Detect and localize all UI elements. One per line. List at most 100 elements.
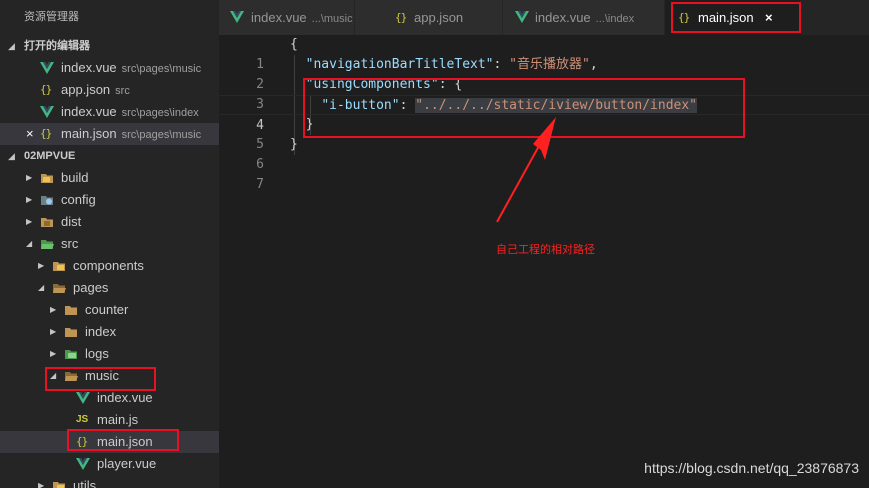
tree-label: player.vue: [97, 456, 157, 471]
open-editor-label: index.vue: [61, 60, 117, 75]
chevron-right-icon: ▶: [38, 481, 45, 488]
folder-logs-icon: [65, 350, 77, 359]
tree-label: index: [85, 324, 117, 339]
chevron-right-icon: ▶: [50, 349, 57, 358]
code-line: 1 {: [219, 35, 869, 72]
chevron-down-icon: ◢: [38, 283, 45, 292]
tree-label: config: [61, 192, 96, 207]
tree-file-main-js[interactable]: JS main.js: [0, 409, 219, 431]
js-icon: JS: [76, 414, 89, 425]
open-editor-path: src\pages\music: [121, 129, 202, 141]
tree-label: main.js: [97, 412, 139, 427]
tree-label: build: [61, 170, 89, 185]
open-editor-item-active[interactable]: × {} main.json src\pages\music: [0, 123, 219, 145]
open-editor-path: src\pages\index: [121, 107, 199, 119]
code-token: {: [290, 37, 298, 52]
code-key: "navigationBarTitleText": [305, 57, 494, 72]
folder-build-icon: [41, 174, 53, 183]
highlight-box-using-components: [303, 78, 745, 138]
tab-index-vue-index[interactable]: index.vue ...\index: [503, 0, 665, 35]
tree-label: dist: [61, 214, 82, 229]
folder-src-open-icon: [41, 240, 54, 249]
json-icon: {}: [40, 83, 52, 96]
tree-folder-build[interactable]: ▶ build: [0, 167, 219, 189]
tab-app-json[interactable]: {} app.json: [355, 0, 503, 35]
tab-path: ...\index: [595, 13, 635, 25]
tab-label: index.vue: [251, 10, 307, 25]
tree-folder-config[interactable]: ▶ config: [0, 189, 219, 211]
tree-label: src: [61, 236, 79, 251]
watermark: https://blog.csdn.net/qq_23876873: [644, 460, 859, 476]
open-editor-label: app.json: [61, 82, 111, 97]
code-token: :: [493, 57, 510, 72]
project-label: 02MPVUE: [24, 150, 76, 162]
tree-folder-logs[interactable]: ▶ logs: [0, 343, 219, 365]
tree-folder-pages[interactable]: ◢ pages: [0, 277, 219, 299]
tree-label: counter: [85, 302, 129, 317]
tree-folder-counter[interactable]: ▶ counter: [0, 299, 219, 321]
folder-dist-icon: [41, 218, 53, 227]
tree-label: pages: [73, 280, 109, 295]
chevron-right-icon: ▶: [26, 217, 33, 226]
folder-config-icon: [41, 196, 53, 205]
chevron-right-icon: ▶: [50, 305, 57, 314]
tree-folder-src[interactable]: ◢ src: [0, 233, 219, 255]
folder-open-icon: [53, 284, 66, 293]
highlight-box-active-tab: [671, 2, 801, 33]
tree-label: utils: [73, 478, 97, 488]
tab-index-vue-music[interactable]: index.vue ...\music: [219, 0, 355, 35]
vue-icon: [515, 11, 529, 23]
tree-file-player-vue[interactable]: player.vue: [0, 453, 219, 475]
project-header[interactable]: ◢ 02MPVUE: [0, 145, 219, 167]
tree-folder-index[interactable]: ▶ index: [0, 321, 219, 343]
chevron-right-icon: ▶: [38, 261, 45, 270]
open-editors-header[interactable]: ◢ 打开的编辑器: [0, 35, 219, 57]
json-icon: {}: [40, 127, 52, 140]
open-editor-item[interactable]: index.vue src\pages\index: [0, 101, 219, 123]
code-token: ,: [589, 57, 598, 72]
tab-label: app.json: [414, 10, 464, 25]
tree-folder-utils[interactable]: ▶ utils: [0, 475, 219, 488]
code-token: }: [290, 137, 298, 152]
open-editor-path: src\pages\music: [121, 63, 202, 75]
open-editors-label: 打开的编辑器: [24, 40, 90, 52]
folder-components-icon: [53, 262, 65, 271]
code-line: 2 "navigationBarTitleText": "音乐播放器",: [219, 55, 869, 92]
folder-utils-icon: [53, 482, 65, 488]
tree-label: logs: [85, 346, 109, 361]
open-editor-path: src: [115, 85, 130, 97]
annotation-text: 自己工程的相对路径: [496, 244, 595, 256]
chevron-down-icon: ◢: [8, 41, 15, 51]
highlight-box-music: [45, 367, 156, 391]
vue-icon: [40, 62, 54, 74]
tree-folder-components[interactable]: ▶ components: [0, 255, 219, 277]
tab-path: ...\music: [311, 13, 353, 25]
explorer-title: 资源管理器: [0, 0, 219, 35]
vue-icon: [76, 458, 90, 470]
chevron-down-icon: ◢: [8, 151, 15, 161]
code-line: 6 }: [219, 135, 869, 172]
chevron-right-icon: ▶: [26, 195, 33, 204]
code-string: "音乐播放器": [509, 57, 590, 72]
tree-label: components: [73, 258, 144, 273]
open-editor-label: index.vue: [61, 104, 117, 119]
highlight-box-main-json: [67, 429, 179, 451]
line-number: 7: [256, 177, 264, 192]
close-icon[interactable]: ×: [26, 123, 34, 145]
open-editor-item[interactable]: {} app.json src: [0, 79, 219, 101]
open-editor-item[interactable]: index.vue src\pages\music: [0, 57, 219, 79]
chevron-right-icon: ▶: [26, 173, 33, 182]
folder-icon: [65, 328, 77, 337]
tree-folder-dist[interactable]: ▶ dist: [0, 211, 219, 233]
tab-label: index.vue: [535, 10, 591, 25]
folder-icon: [65, 306, 77, 315]
explorer-sidebar: 资源管理器 ◢ 打开的编辑器 index.vue src\pages\music …: [0, 0, 219, 488]
chevron-right-icon: ▶: [50, 327, 57, 336]
json-icon: {}: [395, 11, 407, 24]
open-editor-label: main.json: [61, 126, 117, 141]
code-line: 7: [219, 155, 869, 192]
chevron-down-icon: ◢: [26, 239, 33, 248]
vue-icon: [40, 106, 54, 118]
vue-icon: [76, 392, 90, 404]
vue-icon: [230, 11, 244, 23]
